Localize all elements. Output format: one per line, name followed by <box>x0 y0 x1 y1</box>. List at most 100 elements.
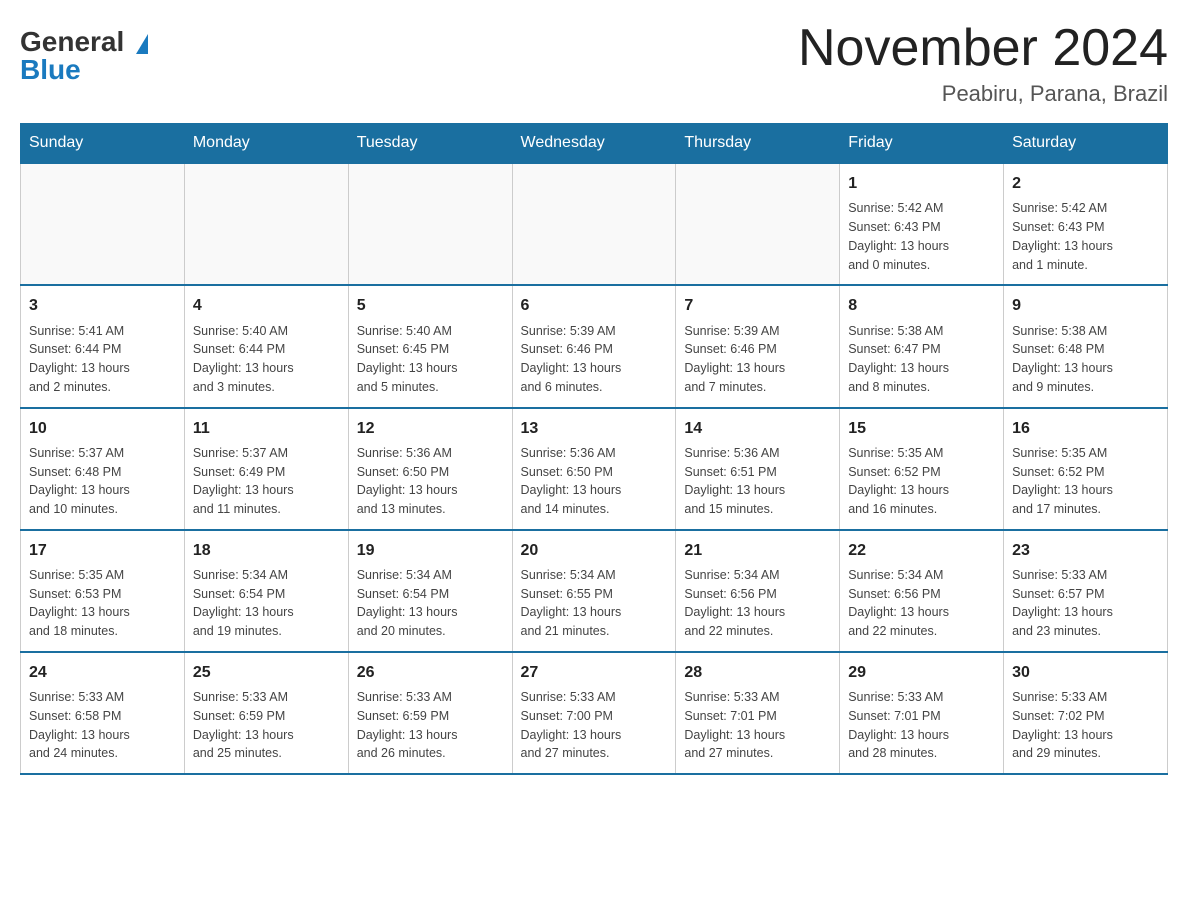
day-header-wednesday: Wednesday <box>512 124 676 164</box>
day-info: Sunrise: 5:33 AMSunset: 7:01 PMDaylight:… <box>684 688 831 763</box>
calendar-cell: 14 Sunrise: 5:36 AMSunset: 6:51 PMDayligh… <box>676 408 840 530</box>
day-info: Sunrise: 5:40 AMSunset: 6:45 PMDaylight:… <box>357 322 504 397</box>
calendar-cell <box>676 163 840 285</box>
calendar-cell: 30 Sunrise: 5:33 AMSunset: 7:02 PMDayligh… <box>1004 652 1168 774</box>
calendar-cell: 24Sunrise: 5:33 AMSunset: 6:58 PMDayligh… <box>21 652 185 774</box>
day-info: Sunrise: 5:41 AMSunset: 6:44 PMDaylight:… <box>29 322 176 397</box>
day-info: Sunrise: 5:36 AMSunset: 6:50 PMDaylight:… <box>357 444 504 519</box>
calendar-table: SundayMondayTuesdayWednesdayThursdayFrid… <box>20 123 1168 775</box>
day-number: 10 <box>29 417 176 440</box>
day-number: 12 <box>357 417 504 440</box>
day-number: 8 <box>848 294 995 317</box>
day-number: 19 <box>357 539 504 562</box>
day-info: Sunrise: 5:42 AMSunset: 6:43 PMDaylight:… <box>848 199 995 274</box>
calendar-cell: 29 Sunrise: 5:33 AMSunset: 7:01 PMDayligh… <box>840 652 1004 774</box>
calendar-cell: 4Sunrise: 5:40 AMSunset: 6:44 PMDaylight… <box>184 285 348 407</box>
day-info: Sunrise: 5:33 AMSunset: 7:02 PMDaylight:… <box>1012 688 1159 763</box>
day-info: Sunrise: 5:38 AMSunset: 6:47 PMDaylight:… <box>848 322 995 397</box>
calendar-cell: 19 Sunrise: 5:34 AMSunset: 6:54 PMDayligh… <box>348 530 512 652</box>
day-info: Sunrise: 5:37 AMSunset: 6:49 PMDaylight:… <box>193 444 340 519</box>
calendar-cell: 16 Sunrise: 5:35 AMSunset: 6:52 PMDayligh… <box>1004 408 1168 530</box>
day-info: Sunrise: 5:38 AMSunset: 6:48 PMDaylight:… <box>1012 322 1159 397</box>
calendar-cell: 6 Sunrise: 5:39 AMSunset: 6:46 PMDaylight… <box>512 285 676 407</box>
calendar-cell: 9 Sunrise: 5:38 AMSunset: 6:48 PMDaylight… <box>1004 285 1168 407</box>
week-row-1: 1 Sunrise: 5:42 AMSunset: 6:43 PMDaylight… <box>21 163 1168 285</box>
calendar-cell: 3 Sunrise: 5:41 AMSunset: 6:44 PMDaylight… <box>21 285 185 407</box>
calendar-cell: 22 Sunrise: 5:34 AMSunset: 6:56 PMDayligh… <box>840 530 1004 652</box>
day-number: 16 <box>1012 417 1159 440</box>
calendar-cell: 18Sunrise: 5:34 AMSunset: 6:54 PMDayligh… <box>184 530 348 652</box>
day-info: Sunrise: 5:35 AMSunset: 6:52 PMDaylight:… <box>1012 444 1159 519</box>
day-info: Sunrise: 5:42 AMSunset: 6:43 PMDaylight:… <box>1012 199 1159 274</box>
calendar-cell: 11 Sunrise: 5:37 AMSunset: 6:49 PMDayligh… <box>184 408 348 530</box>
day-header-saturday: Saturday <box>1004 124 1168 164</box>
day-info: Sunrise: 5:34 AMSunset: 6:56 PMDaylight:… <box>848 566 995 641</box>
day-info: Sunrise: 5:36 AMSunset: 6:51 PMDaylight:… <box>684 444 831 519</box>
day-number: 28 <box>684 661 831 684</box>
calendar-cell: 28 Sunrise: 5:33 AMSunset: 7:01 PMDayligh… <box>676 652 840 774</box>
day-number: 17 <box>29 539 176 562</box>
day-info: Sunrise: 5:33 AMSunset: 6:58 PMDaylight:… <box>29 688 176 763</box>
calendar-title: November 2024 <box>798 20 1168 77</box>
calendar-cell: 15Sunrise: 5:35 AMSunset: 6:52 PMDayligh… <box>840 408 1004 530</box>
calendar-cell <box>348 163 512 285</box>
calendar-cell: 17 Sunrise: 5:35 AMSunset: 6:53 PMDayligh… <box>21 530 185 652</box>
day-number: 9 <box>1012 294 1159 317</box>
calendar-cell: 2 Sunrise: 5:42 AMSunset: 6:43 PMDaylight… <box>1004 163 1168 285</box>
calendar-cell: 21Sunrise: 5:34 AMSunset: 6:56 PMDayligh… <box>676 530 840 652</box>
calendar-cell <box>184 163 348 285</box>
day-info: Sunrise: 5:33 AMSunset: 7:00 PMDaylight:… <box>521 688 668 763</box>
day-number: 6 <box>521 294 668 317</box>
days-header-row: SundayMondayTuesdayWednesdayThursdayFrid… <box>21 124 1168 164</box>
calendar-cell <box>21 163 185 285</box>
day-header-friday: Friday <box>840 124 1004 164</box>
day-number: 11 <box>193 417 340 440</box>
day-number: 25 <box>193 661 340 684</box>
day-number: 3 <box>29 294 176 317</box>
day-number: 22 <box>848 539 995 562</box>
day-info: Sunrise: 5:40 AMSunset: 6:44 PMDaylight:… <box>193 322 340 397</box>
day-number: 15 <box>848 417 995 440</box>
calendar-cell: 12 Sunrise: 5:36 AMSunset: 6:50 PMDayligh… <box>348 408 512 530</box>
calendar-cell: 20Sunrise: 5:34 AMSunset: 6:55 PMDayligh… <box>512 530 676 652</box>
day-info: Sunrise: 5:34 AMSunset: 6:54 PMDaylight:… <box>357 566 504 641</box>
day-number: 13 <box>521 417 668 440</box>
page-header: General Blue November 2024 Peabiru, Para… <box>20 20 1168 107</box>
day-info: Sunrise: 5:37 AMSunset: 6:48 PMDaylight:… <box>29 444 176 519</box>
day-number: 30 <box>1012 661 1159 684</box>
day-header-tuesday: Tuesday <box>348 124 512 164</box>
day-number: 2 <box>1012 172 1159 195</box>
day-number: 14 <box>684 417 831 440</box>
title-area: November 2024 Peabiru, Parana, Brazil <box>798 20 1168 107</box>
day-info: Sunrise: 5:39 AMSunset: 6:46 PMDaylight:… <box>684 322 831 397</box>
day-info: Sunrise: 5:33 AMSunset: 7:01 PMDaylight:… <box>848 688 995 763</box>
day-header-thursday: Thursday <box>676 124 840 164</box>
calendar-subtitle: Peabiru, Parana, Brazil <box>798 81 1168 107</box>
day-info: Sunrise: 5:36 AMSunset: 6:50 PMDaylight:… <box>521 444 668 519</box>
day-number: 1 <box>848 172 995 195</box>
calendar-cell: 7 Sunrise: 5:39 AMSunset: 6:46 PMDaylight… <box>676 285 840 407</box>
day-info: Sunrise: 5:33 AMSunset: 6:59 PMDaylight:… <box>357 688 504 763</box>
calendar-cell <box>512 163 676 285</box>
day-header-sunday: Sunday <box>21 124 185 164</box>
calendar-cell: 10 Sunrise: 5:37 AMSunset: 6:48 PMDayligh… <box>21 408 185 530</box>
day-info: Sunrise: 5:33 AMSunset: 6:57 PMDaylight:… <box>1012 566 1159 641</box>
calendar-cell: 8 Sunrise: 5:38 AMSunset: 6:47 PMDaylight… <box>840 285 1004 407</box>
day-header-monday: Monday <box>184 124 348 164</box>
day-number: 23 <box>1012 539 1159 562</box>
day-info: Sunrise: 5:39 AMSunset: 6:46 PMDaylight:… <box>521 322 668 397</box>
day-info: Sunrise: 5:34 AMSunset: 6:56 PMDaylight:… <box>684 566 831 641</box>
week-row-5: 24Sunrise: 5:33 AMSunset: 6:58 PMDayligh… <box>21 652 1168 774</box>
logo-blue-text: Blue <box>20 56 81 84</box>
calendar-cell: 13 Sunrise: 5:36 AMSunset: 6:50 PMDayligh… <box>512 408 676 530</box>
calendar-cell: 27 Sunrise: 5:33 AMSunset: 7:00 PMDayligh… <box>512 652 676 774</box>
day-number: 27 <box>521 661 668 684</box>
day-number: 20 <box>521 539 668 562</box>
week-row-2: 3 Sunrise: 5:41 AMSunset: 6:44 PMDaylight… <box>21 285 1168 407</box>
calendar-cell: 26Sunrise: 5:33 AMSunset: 6:59 PMDayligh… <box>348 652 512 774</box>
calendar-cell: 5Sunrise: 5:40 AMSunset: 6:45 PMDaylight… <box>348 285 512 407</box>
day-number: 7 <box>684 294 831 317</box>
week-row-3: 10 Sunrise: 5:37 AMSunset: 6:48 PMDayligh… <box>21 408 1168 530</box>
day-number: 29 <box>848 661 995 684</box>
day-info: Sunrise: 5:35 AMSunset: 6:53 PMDaylight:… <box>29 566 176 641</box>
